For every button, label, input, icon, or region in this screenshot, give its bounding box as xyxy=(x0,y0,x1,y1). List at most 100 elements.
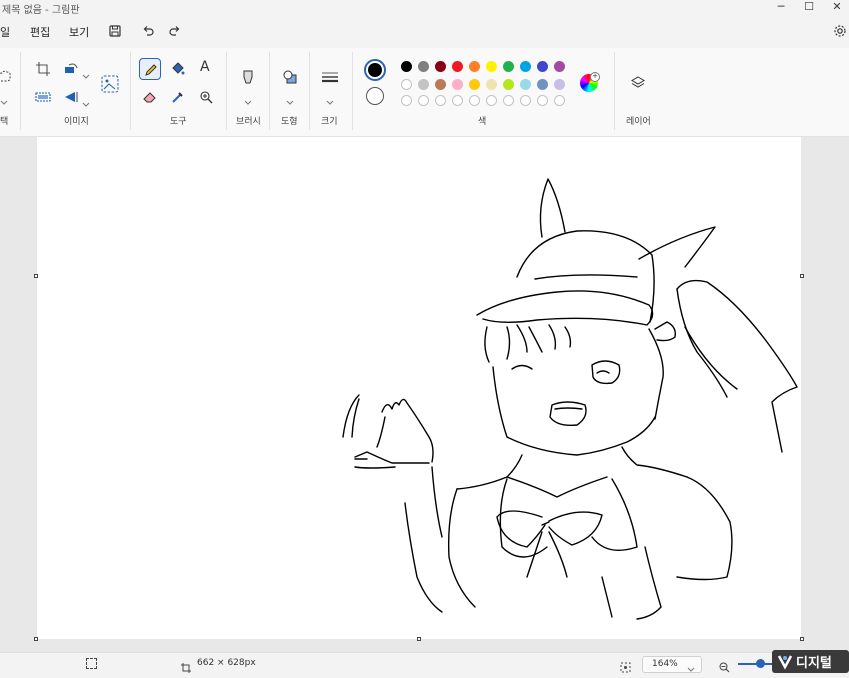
color-swatch-r1-3[interactable] xyxy=(452,61,463,72)
group-label-layers: 레이어 xyxy=(626,117,651,127)
color-swatch-r2-8[interactable] xyxy=(537,79,548,90)
title-bar: 제목 없음 - 그림판 ─ ☐ ✕ xyxy=(0,0,849,16)
zoom-out-icon[interactable] xyxy=(719,658,730,677)
color-swatch-r1-5[interactable] xyxy=(486,61,497,72)
drawing-canvas[interactable] xyxy=(37,137,801,639)
color-swatch-r1-7[interactable] xyxy=(520,61,531,72)
resize-handle-bottom-left[interactable] xyxy=(34,637,38,641)
menu-edit[interactable]: 편집 xyxy=(30,24,50,40)
color-swatch-r1-2[interactable] xyxy=(435,61,446,72)
divider xyxy=(614,52,615,130)
divider xyxy=(269,52,270,130)
brush-tool[interactable] xyxy=(237,66,259,88)
resize-handle-bottom[interactable] xyxy=(417,637,421,641)
canvas-size-icon xyxy=(181,658,191,677)
color-swatch-r1-8[interactable] xyxy=(537,61,548,72)
color-swatch-r1-9[interactable] xyxy=(554,61,565,72)
primary-color-swatch xyxy=(368,63,382,77)
group-label-shapes: 도형 xyxy=(281,117,298,127)
menu-bar: 일 편집 보기 xyxy=(0,18,849,46)
selection-size-icon xyxy=(86,658,97,669)
color-swatch-r1-1[interactable] xyxy=(418,61,429,72)
eraser-tool[interactable] xyxy=(139,86,161,108)
color-swatch-r2-1[interactable] xyxy=(418,79,429,90)
zoom-dropdown[interactable]: 164% xyxy=(642,656,702,673)
menu-view[interactable]: 보기 xyxy=(69,24,89,40)
minimize-button[interactable]: ─ xyxy=(768,0,794,14)
resize-handle-right[interactable] xyxy=(800,274,804,278)
status-bar: 662 × 628px 164% xyxy=(0,652,849,674)
color-swatch-r2-2[interactable] xyxy=(435,79,446,90)
color-swatch-r1-6[interactable] xyxy=(503,61,514,72)
color-swatch-r3-8[interactable] xyxy=(537,95,548,106)
text-tool[interactable]: A xyxy=(195,58,217,80)
pencil-tool[interactable] xyxy=(139,58,161,80)
undo-icon[interactable] xyxy=(141,23,157,39)
color-swatch-r1-4[interactable] xyxy=(469,61,480,72)
color-swatch-r3-1[interactable] xyxy=(418,95,429,106)
color-swatch-r2-7[interactable] xyxy=(520,79,531,90)
flip-tool[interactable] xyxy=(60,86,82,108)
maximize-button[interactable]: ☐ xyxy=(796,0,822,14)
color-swatch-r3-6[interactable] xyxy=(503,95,514,106)
zoom-slider-track[interactable] xyxy=(738,663,772,665)
menu-file[interactable]: 일 xyxy=(0,24,10,40)
chevron-down-icon[interactable] xyxy=(244,92,252,105)
chevron-down-icon xyxy=(687,659,695,678)
fit-to-window-icon[interactable] xyxy=(620,658,631,677)
close-button[interactable]: ✕ xyxy=(824,0,849,14)
color-picker-icon[interactable] xyxy=(167,86,189,108)
stroke-size-tool[interactable] xyxy=(318,66,340,88)
group-label-image: 이미지 xyxy=(64,117,89,127)
color-swatch-r3-7[interactable] xyxy=(520,95,531,106)
color-swatch-r2-3[interactable] xyxy=(452,79,463,90)
rotate-tool[interactable] xyxy=(60,58,82,80)
watermark-logo xyxy=(777,655,793,670)
image-creator-icon[interactable] xyxy=(98,72,120,94)
crop-tool[interactable] xyxy=(32,58,54,80)
watermark-text: 디지털 xyxy=(796,656,832,671)
layers-icon[interactable] xyxy=(627,72,649,94)
primary-color-button[interactable] xyxy=(364,59,386,81)
color-swatch-r2-5[interactable] xyxy=(486,79,497,90)
chevron-down-icon[interactable] xyxy=(0,92,8,105)
color-swatch-r2-4[interactable] xyxy=(469,79,480,90)
color-swatch-r1-0[interactable] xyxy=(401,61,412,72)
color-swatch-r3-0[interactable] xyxy=(401,95,412,106)
color-swatch-r2-0[interactable] xyxy=(401,79,412,90)
color-swatch-r2-6[interactable] xyxy=(503,79,514,90)
settings-gear-icon[interactable] xyxy=(833,23,849,39)
canvas-size-label: 662 × 628px xyxy=(197,658,256,668)
color-swatch-r3-4[interactable] xyxy=(469,95,480,106)
secondary-color-button[interactable] xyxy=(366,87,384,105)
resize-handle-bottom-right[interactable] xyxy=(800,637,804,641)
divider xyxy=(20,52,21,130)
ribbon: 택 이미지 A 도구 브러시 도형 크기 + 색 레이어 xyxy=(0,48,849,137)
add-color-icon: + xyxy=(590,72,600,82)
chevron-down-icon[interactable] xyxy=(82,94,90,107)
chevron-down-icon[interactable] xyxy=(286,92,294,105)
resize-tool[interactable] xyxy=(32,86,54,108)
color-swatch-r3-9[interactable] xyxy=(554,95,565,106)
shapes-tool[interactable] xyxy=(279,66,301,88)
select-tool[interactable] xyxy=(0,66,14,88)
magnifier-icon[interactable] xyxy=(195,86,217,108)
color-swatch-r2-9[interactable] xyxy=(554,79,565,90)
resize-handle-left[interactable] xyxy=(34,274,38,278)
redo-icon[interactable] xyxy=(168,23,184,39)
color-swatch-r3-2[interactable] xyxy=(435,95,446,106)
chevron-down-icon[interactable] xyxy=(82,66,90,79)
group-label-size: 크기 xyxy=(321,117,338,127)
divider xyxy=(226,52,227,130)
edit-colors-wheel-icon[interactable]: + xyxy=(580,72,600,92)
zoom-slider-thumb[interactable] xyxy=(756,659,765,668)
color-swatch-r3-5[interactable] xyxy=(486,95,497,106)
save-icon[interactable] xyxy=(108,23,124,39)
fill-bucket-tool[interactable] xyxy=(167,58,189,80)
chevron-down-icon[interactable] xyxy=(326,92,334,105)
color-swatch-r3-3[interactable] xyxy=(452,95,463,106)
group-label-colors: 색 xyxy=(478,117,487,127)
window-title: 제목 없음 - 그림판 xyxy=(2,5,80,16)
group-label-tools: 도구 xyxy=(170,117,187,127)
watermark: 디지털 xyxy=(772,650,849,673)
